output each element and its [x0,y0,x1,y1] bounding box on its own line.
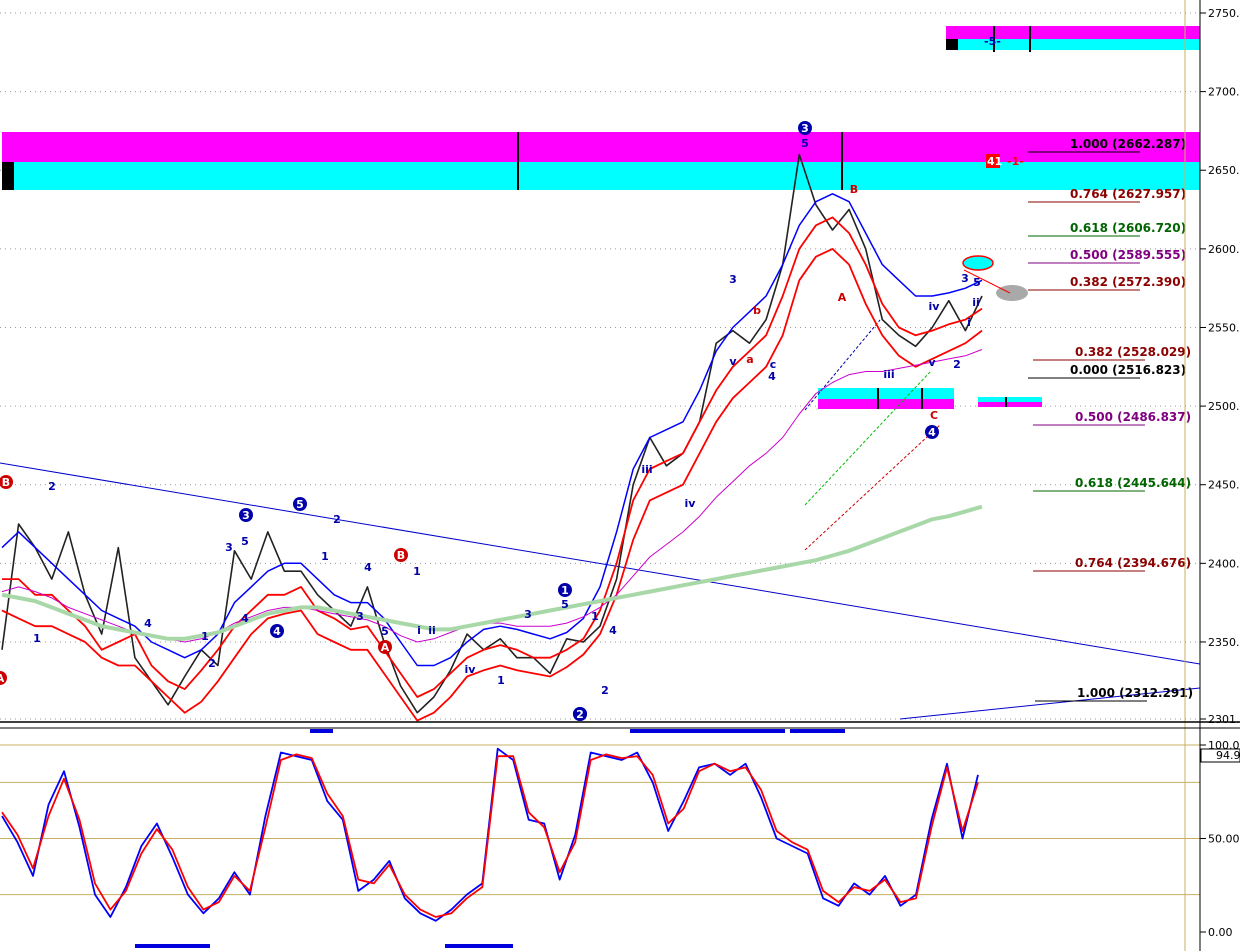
wave-label: iii [641,463,652,476]
wave-label: 2 [576,708,584,721]
y-tick-label: 2500. [1208,400,1240,413]
wave-label: 3 [524,608,532,621]
price-chart: -5-41 -1- 1.000 (2662.287)0.764 (2627.957… [0,0,1240,951]
wave-label: 1 [561,584,569,597]
wave-label: 4 [768,370,776,383]
wave-label: 1 [321,550,329,563]
wave-label: 3 [801,122,809,135]
fib-level-label: 0.000 (2516.823) [1070,363,1186,377]
wave-label: 3 [729,273,737,286]
fib-level-label: 0.764 (2627.957) [1070,187,1186,201]
wave-label: 4 [609,624,617,637]
wave-label: A [381,641,390,654]
target-ellipse [962,255,994,271]
osc-y-tick-label: 50.00 [1208,833,1240,846]
wave-label: C [930,409,938,422]
wave-label: 4 [241,612,249,625]
wave-label: i [967,316,971,329]
wave-label: 3 [961,272,969,285]
wave-label: A [0,672,5,685]
wave-label: 2 [333,513,341,526]
wave-label: 2 [48,480,56,493]
wave-label: 2 [208,657,216,670]
wave-label: i [417,624,421,637]
wave-label: iv [685,497,697,510]
target-band-magenta [978,402,1042,407]
y-tick-label: 2350. [1208,636,1240,649]
wave-label: 2 [601,684,609,697]
target-band-cyan [818,388,954,399]
wave-label: v [729,355,737,368]
wave-label: 3 [225,541,233,554]
fib-level-label: 0.764 (2394.676) [1075,556,1191,570]
wave-label: v [928,356,936,369]
wave-label: 5 [973,276,981,289]
y-tick-label: 2450. [1208,479,1240,492]
wave-label: 5 [561,598,569,611]
band-label: -5- [984,35,1001,48]
wave-label: 4 [928,426,936,439]
wave-label: 1 [33,632,41,645]
osc-y-tick-label: 0.00 [1208,926,1233,939]
wave-label: 3 [356,610,364,623]
band-marker [946,39,958,50]
fib-level-label: 0.500 (2486.837) [1075,410,1191,424]
wave-label: 1 [497,674,505,687]
wave-label: 4 [144,617,152,630]
wave-label: 5 [381,625,389,638]
wave-label: 5 [801,137,809,150]
wave-label: 2 [953,358,961,371]
target-band-magenta [818,399,954,409]
wave-label: 1 [413,565,421,578]
fib-level-label: 1.000 (2312.291) [1077,686,1193,700]
y-tick-label: 2550. [1208,321,1240,334]
fib-level-label: 0.618 (2445.644) [1075,476,1191,490]
wave-label: 1 [201,630,209,643]
wave-label: ii [428,624,436,637]
wave-label: b [753,304,761,317]
fib-level-label: 0.618 (2606.720) [1070,221,1186,235]
wave-label: B [2,476,10,489]
y-tick-label: 2600. [1208,243,1240,256]
target-band-cyan [978,397,1042,402]
fib-level-label: 0.382 (2528.029) [1075,345,1191,359]
target-ellipse [996,285,1028,301]
wave-label: A [838,291,847,304]
wave-label: iv [465,663,477,676]
band-label: -1- [1007,155,1024,168]
y-tick-label: 2301. [1208,713,1240,726]
y-tick-label: 2700. [1208,86,1240,99]
wave-label: 5 [241,535,249,548]
y-tick-label: 2400. [1208,557,1240,570]
band-label: 41 [987,155,1002,168]
wave-label: a [746,353,753,366]
fib-level-label: 1.000 (2662.287) [1070,137,1186,151]
wave-label: 5 [296,498,304,511]
fib-level-label: 0.500 (2589.555) [1070,248,1186,262]
current-value-label: 94.9 [1216,749,1240,762]
wave-label: 4 [273,625,281,638]
wave-label: ii [972,296,980,309]
wave-label: 3 [242,509,250,522]
wave-label: 4 [364,561,372,574]
wave-label: B [850,183,858,196]
fib-level-label: 0.382 (2572.390) [1070,275,1186,289]
wave-label: B [397,549,405,562]
band-marker [2,162,14,190]
wave-label: iii [883,368,894,381]
wave-label: 1 [591,610,599,623]
y-tick-label: 2650. [1208,164,1240,177]
y-tick-label: 2750. [1208,7,1240,20]
wave-label: iv [929,300,941,313]
